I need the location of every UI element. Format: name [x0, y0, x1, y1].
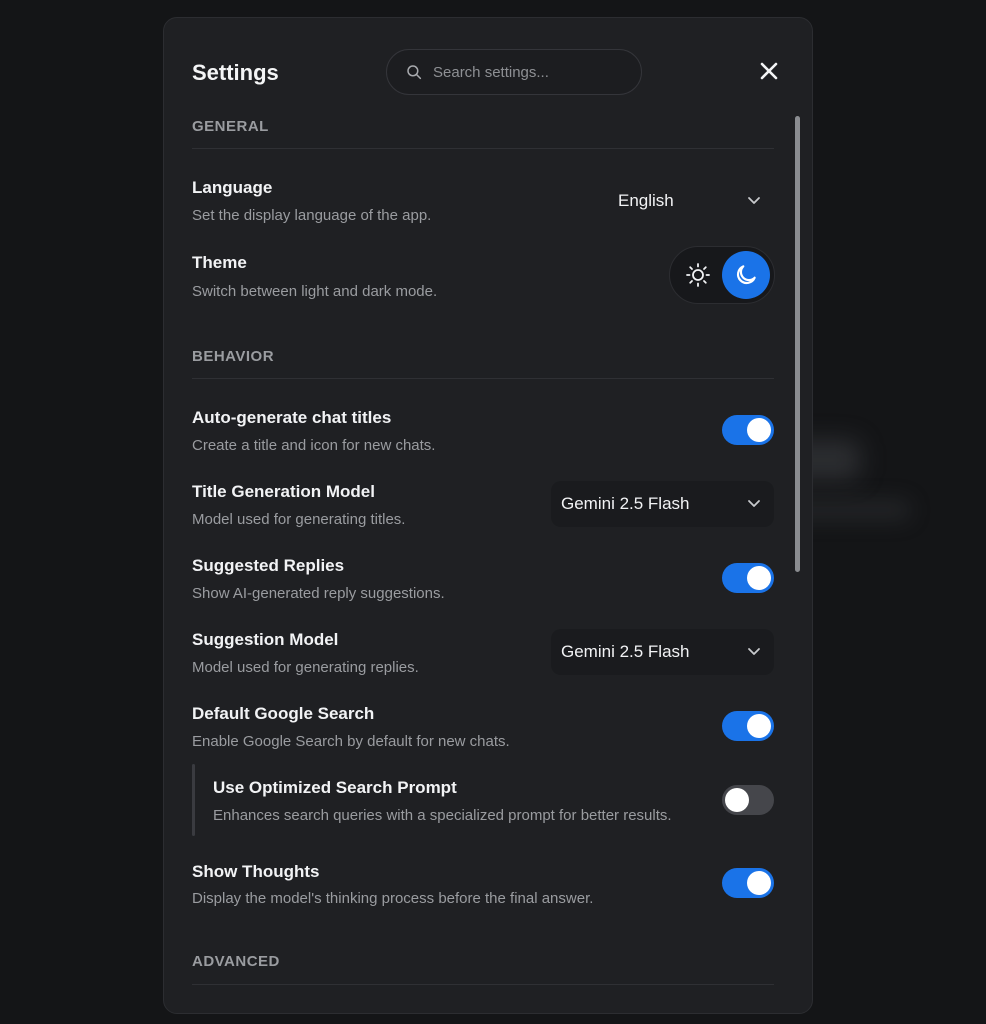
- show-thoughts-label: Show Thoughts: [192, 862, 320, 881]
- chevron-down-icon: [748, 197, 760, 204]
- google-search-label: Default Google Search: [192, 704, 375, 723]
- search-box[interactable]: [386, 49, 642, 95]
- auto-titles-label: Auto-generate chat titles: [192, 408, 392, 427]
- modal-header: Settings: [164, 18, 812, 128]
- title-model-value: Gemini 2.5 Flash: [561, 494, 690, 513]
- toggle-knob: [747, 871, 771, 895]
- settings-modal: Settings GENERAL Language Set the displa…: [163, 17, 813, 1014]
- suggestion-model-label: Suggestion Model: [192, 630, 339, 649]
- suggested-replies-description: Show AI-generated reply suggestions.: [192, 585, 445, 602]
- theme-switch: [669, 246, 775, 304]
- title-model-select[interactable]: Gemini 2.5 Flash: [551, 481, 774, 527]
- divider: [192, 148, 774, 149]
- suggestion-model-select[interactable]: Gemini 2.5 Flash: [551, 629, 774, 675]
- divider: [192, 378, 774, 379]
- chevron-down-icon: [748, 648, 760, 655]
- toggle-knob: [747, 418, 771, 442]
- sun-icon: [686, 263, 710, 287]
- toggle-knob: [725, 788, 749, 812]
- language-value: English: [618, 191, 674, 210]
- suggestion-model-description: Model used for generating replies.: [192, 659, 419, 676]
- close-icon: [760, 62, 778, 80]
- section-heading-general: GENERAL: [192, 118, 269, 135]
- optimized-search-description: Enhances search queries with a specializ…: [213, 807, 672, 824]
- show-thoughts-description: Display the model's thinking process bef…: [192, 890, 594, 907]
- theme-description: Switch between light and dark mode.: [192, 283, 438, 300]
- show-thoughts-toggle[interactable]: [722, 868, 774, 898]
- language-label: Language: [192, 178, 273, 197]
- auto-titles-toggle[interactable]: [722, 415, 774, 445]
- chevron-down-icon: [748, 500, 760, 507]
- language-select[interactable]: English: [608, 178, 774, 224]
- section-heading-behavior: BEHAVIOR: [192, 348, 275, 365]
- search-input[interactable]: [433, 63, 623, 81]
- toggle-knob: [747, 566, 771, 590]
- section-heading-advanced: ADVANCED: [192, 953, 280, 970]
- moon-icon: [736, 265, 756, 285]
- page-title: Settings: [192, 60, 279, 85]
- optimized-search-toggle[interactable]: [722, 785, 774, 815]
- search-icon: [407, 65, 422, 80]
- scrollbar-thumb[interactable]: [795, 116, 800, 572]
- suggested-replies-label: Suggested Replies: [192, 556, 345, 575]
- suggestion-model-value: Gemini 2.5 Flash: [561, 642, 690, 661]
- theme-label: Theme: [192, 253, 247, 272]
- theme-dark-button[interactable]: [722, 251, 770, 299]
- indent-line: [192, 764, 195, 836]
- toggle-knob: [747, 714, 771, 738]
- title-model-label: Title Generation Model: [192, 482, 375, 501]
- divider: [192, 984, 774, 985]
- auto-titles-description: Create a title and icon for new chats.: [192, 437, 436, 454]
- suggested-replies-toggle[interactable]: [722, 563, 774, 593]
- google-search-description: Enable Google Search by default for new …: [192, 733, 510, 750]
- optimized-search-label: Use Optimized Search Prompt: [213, 778, 457, 797]
- title-model-description: Model used for generating titles.: [192, 511, 406, 528]
- theme-light-button[interactable]: [674, 251, 722, 299]
- google-search-toggle[interactable]: [722, 711, 774, 741]
- language-description: Set the display language of the app.: [192, 207, 432, 224]
- close-button[interactable]: [756, 58, 782, 84]
